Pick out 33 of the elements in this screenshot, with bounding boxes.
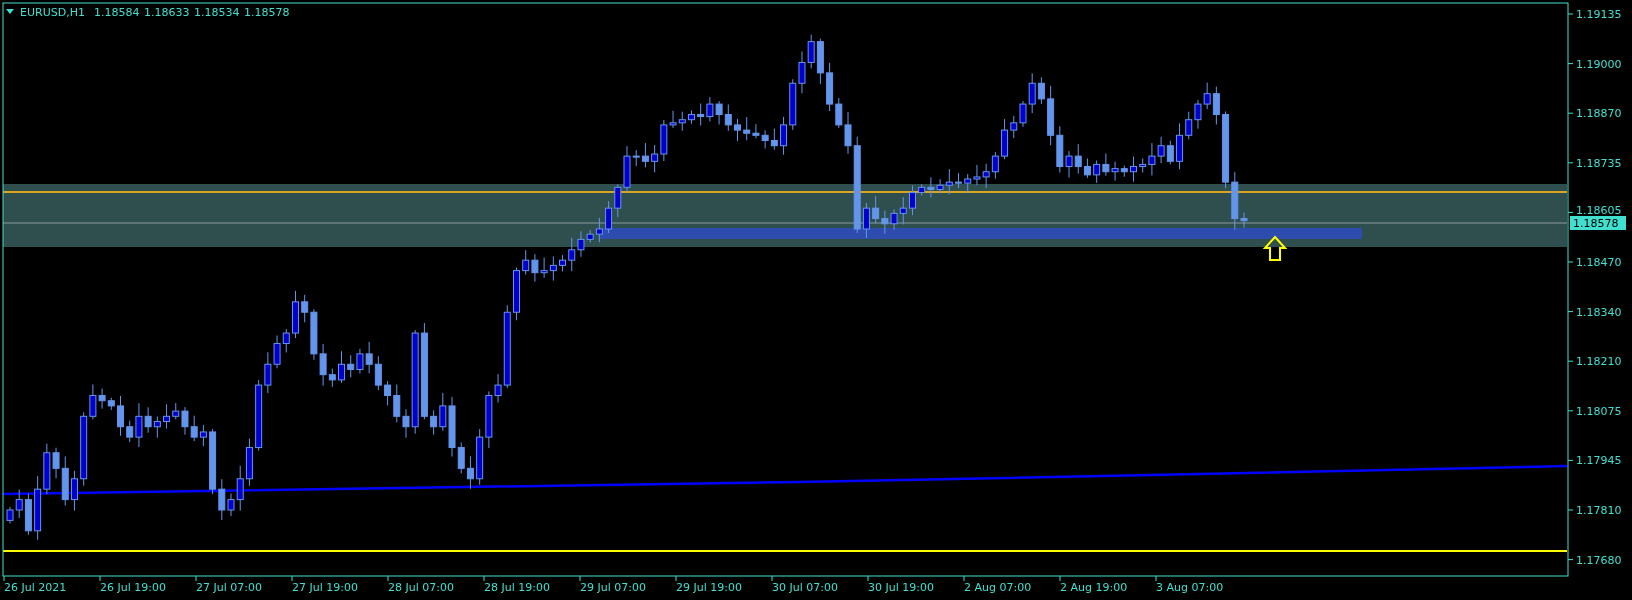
time-tick: 3 Aug 07:00	[1156, 581, 1224, 594]
price-value: 1.18534	[194, 6, 240, 19]
symbol-label: EURUSD,H1	[20, 6, 85, 19]
price-tick: 1.18340	[1576, 305, 1622, 319]
time-tick: 26 Jul 19:00	[100, 581, 166, 594]
time-tick: 27 Jul 07:00	[196, 581, 262, 594]
time-tick: 26 Jul 2021	[4, 581, 67, 594]
price-tick: 1.19135	[1576, 8, 1622, 21]
time-tick: 2 Aug 07:00	[964, 581, 1032, 594]
time-tick: 28 Jul 07:00	[388, 581, 454, 594]
time-tick: 30 Jul 07:00	[772, 581, 838, 594]
price-tick: 1.18210	[1576, 355, 1622, 369]
price-tick: 1.17680	[1576, 553, 1622, 567]
price-tick: 1.18870	[1576, 107, 1622, 121]
up-arrow-icon	[1262, 235, 1288, 261]
price-tick: 1.18470	[1576, 256, 1622, 269]
price-value: 1.18633	[144, 6, 190, 19]
time-tick: 29 Jul 19:00	[676, 581, 742, 594]
price-value: 1.18578	[244, 6, 290, 19]
time-tick: 2 Aug 19:00	[1060, 581, 1128, 594]
price-tick: 1.17945	[1576, 454, 1622, 468]
time-tick: 30 Jul 19:00	[868, 581, 934, 594]
time-tick: 27 Jul 19:00	[292, 581, 358, 594]
price-tick: 1.19000	[1576, 57, 1622, 71]
time-tick: 28 Jul 19:00	[484, 581, 550, 594]
time-tick: 29 Jul 07:00	[580, 581, 646, 594]
price-tick: 1.18605	[1576, 204, 1622, 218]
current-price-tag: 1.18578	[1570, 216, 1626, 230]
price-tick: 1.17810	[1576, 504, 1622, 517]
price-tick: 1.18075	[1576, 404, 1622, 418]
price-value: 1.18584	[94, 6, 140, 19]
dropdown-icon	[6, 9, 14, 14]
price-tick: 1.18735	[1576, 156, 1622, 170]
